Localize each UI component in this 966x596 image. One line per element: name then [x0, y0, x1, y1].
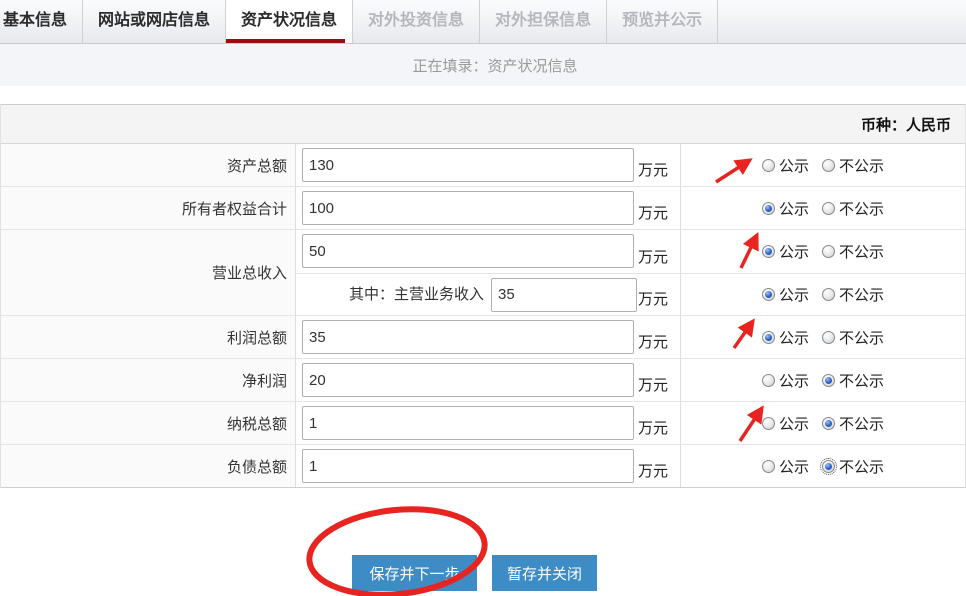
- amount-input[interactable]: [302, 320, 634, 354]
- no-publish-radio[interactable]: [822, 331, 835, 344]
- amount-input[interactable]: [302, 449, 634, 483]
- row-label: 资产总额: [1, 144, 296, 186]
- no-publish-radio[interactable]: [822, 159, 835, 172]
- publish-choice-cell: 公示 不公示: [681, 230, 965, 273]
- publish-radio-label: 公示: [779, 370, 809, 391]
- tab-external-guarantee-info: 对外担保信息: [480, 0, 607, 43]
- amount-input[interactable]: [302, 406, 634, 440]
- publish-radio[interactable]: [762, 159, 775, 172]
- tab-bar: 基本信息 网站或网店信息 资产状况信息 对外投资信息 对外担保信息 预览并公示: [0, 0, 966, 44]
- no-publish-radio-label: 不公示: [839, 456, 884, 477]
- publish-radio-label: 公示: [779, 456, 809, 477]
- publish-choice-cell: 公示 不公示: [681, 316, 965, 358]
- publish-radio-label: 公示: [779, 198, 809, 219]
- publish-radio[interactable]: [762, 460, 775, 473]
- publish-radio[interactable]: [762, 374, 775, 387]
- amount-cell: 万元: [296, 187, 681, 229]
- no-publish-radio[interactable]: [822, 374, 835, 387]
- publish-radio-label: 公示: [779, 413, 809, 434]
- publish-radio-label: 公示: [779, 241, 809, 262]
- tab-asset-status-info[interactable]: 资产状况信息: [226, 0, 353, 43]
- no-publish-radio[interactable]: [822, 202, 835, 215]
- publish-choice-cell: 公示 不公示: [681, 359, 965, 401]
- no-publish-radio-label: 不公示: [839, 370, 884, 391]
- row-label: 所有者权益合计: [1, 187, 296, 229]
- table-sub-band: 其中：主营业务收入 万元 公示 不公示: [296, 273, 965, 316]
- amount-cell: 万元: [296, 402, 681, 444]
- no-publish-radio[interactable]: [822, 288, 835, 301]
- no-publish-radio-label: 不公示: [839, 155, 884, 176]
- row-label: 利润总额: [1, 316, 296, 358]
- publish-radio[interactable]: [762, 288, 775, 301]
- publish-choice-cell: 公示 不公示: [681, 445, 965, 487]
- amount-cell: 万元: [296, 230, 681, 273]
- unit-label: 万元: [638, 417, 668, 438]
- publish-choice-cell: 公示 不公示: [681, 402, 965, 444]
- unit-label: 万元: [638, 288, 668, 309]
- row-right-stack: 万元 公示 不公示 其中：主营业务收入 万元 公示: [296, 230, 965, 315]
- unit-label: 万元: [638, 331, 668, 352]
- amount-cell: 万元: [296, 316, 681, 358]
- no-publish-radio-label: 不公示: [839, 198, 884, 219]
- filling-status-bar: 正在填录：资产状况信息: [0, 44, 966, 86]
- table-row: 净利润 万元 公示 不公示: [1, 359, 965, 402]
- publish-radio-label: 公示: [779, 327, 809, 348]
- table-row: 利润总额 万元 公示 不公示: [1, 316, 965, 359]
- publish-radio-label: 公示: [779, 155, 809, 176]
- no-publish-radio-label: 不公示: [839, 413, 884, 434]
- asset-status-table: 币种：人民币 资产总额 万元 公示 不公示 所有者权益合计 万元 公示 不公示: [0, 104, 966, 488]
- row-label: 净利润: [1, 359, 296, 401]
- unit-label: 万元: [638, 460, 668, 481]
- row-label: 纳税总额: [1, 402, 296, 444]
- unit-label: 万元: [638, 374, 668, 395]
- filling-status-text: 正在填录：资产状况信息: [412, 55, 577, 76]
- publish-choice-cell: 公示 不公示: [681, 144, 965, 186]
- no-publish-radio[interactable]: [822, 245, 835, 258]
- amount-cell: 万元: [296, 144, 681, 186]
- publish-choice-cell: 公示 不公示: [681, 187, 965, 229]
- publish-radio[interactable]: [762, 245, 775, 258]
- tab-preview-and-publish: 预览并公示: [607, 0, 718, 43]
- save-and-next-button[interactable]: 保存并下一步: [352, 555, 477, 591]
- publish-radio[interactable]: [762, 202, 775, 215]
- tab-website-info[interactable]: 网站或网店信息: [83, 0, 226, 43]
- unit-label: 万元: [638, 159, 668, 180]
- no-publish-radio[interactable]: [822, 417, 835, 430]
- unit-label: 万元: [638, 246, 668, 267]
- amount-input[interactable]: [302, 363, 634, 397]
- publish-choice-cell: 公示 不公示: [681, 274, 965, 316]
- tab-outbound-investment-info: 对外投资信息: [353, 0, 480, 43]
- no-publish-radio-label: 不公示: [839, 284, 884, 305]
- row-label: 营业总收入: [1, 230, 296, 315]
- unit-label: 万元: [638, 202, 668, 223]
- table-header-row: 币种：人民币: [1, 104, 965, 144]
- table-row: 负债总额 万元 公示 不公示: [1, 445, 965, 488]
- amount-cell: 其中：主营业务收入 万元: [296, 274, 681, 316]
- amount-input[interactable]: [302, 191, 634, 225]
- publish-radio[interactable]: [762, 417, 775, 430]
- currency-label: 币种：人民币: [861, 114, 951, 135]
- publish-radio-label: 公示: [779, 284, 809, 305]
- amount-cell: 万元: [296, 445, 681, 487]
- amount-input[interactable]: [302, 234, 634, 268]
- amount-input[interactable]: [302, 148, 634, 182]
- sub-row-label: 其中：主营业务收入: [296, 274, 484, 316]
- table-row: 营业总收入 万元 公示 不公示 其中：主营业务收入 万元: [1, 230, 965, 316]
- save-and-close-button[interactable]: 暂存并关闭: [492, 555, 597, 591]
- table-row: 纳税总额 万元 公示 不公示: [1, 402, 965, 445]
- table-row: 所有者权益合计 万元 公示 不公示: [1, 187, 965, 230]
- table-row: 资产总额 万元 公示 不公示: [1, 144, 965, 187]
- publish-radio[interactable]: [762, 331, 775, 344]
- amount-input[interactable]: [491, 278, 637, 312]
- row-label: 负债总额: [1, 445, 296, 487]
- no-publish-radio-label: 不公示: [839, 327, 884, 348]
- no-publish-radio[interactable]: [822, 460, 835, 473]
- tab-basic-info[interactable]: 基本信息: [0, 0, 83, 43]
- table-sub-band: 万元 公示 不公示: [296, 230, 965, 273]
- no-publish-radio-label: 不公示: [839, 241, 884, 262]
- amount-cell: 万元: [296, 359, 681, 401]
